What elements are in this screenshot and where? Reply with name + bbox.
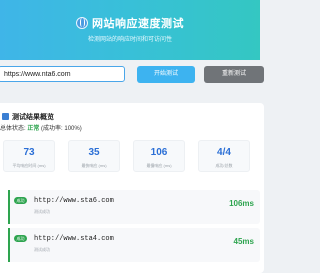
overall-status-label: 总体状态:: [0, 126, 26, 132]
stat-card-fastest: 35 最快响应 (ms): [68, 140, 120, 172]
stat-label: 成功/总数: [215, 163, 233, 168]
page-title-text: 网站响应速度测试: [92, 18, 184, 30]
stat-card-slowest: 106 最慢响应 (ms): [133, 140, 185, 172]
header-banner: 网站响应速度测试 检测网站的响应时间和可访问性: [0, 0, 260, 60]
result-status: 测试成功: [34, 247, 50, 252]
row-status-bar: [8, 190, 10, 224]
success-rate: (成功率: 100%): [41, 126, 82, 132]
result-status: 测试成功: [34, 209, 50, 214]
url-input[interactable]: [0, 66, 125, 82]
retest-button[interactable]: 重新测试: [204, 66, 264, 83]
result-url: http://www.sta4.com: [34, 235, 114, 243]
summary-title: 测试结果概览: [2, 112, 54, 122]
globe-icon: [76, 17, 88, 29]
result-time: 106ms: [229, 199, 254, 208]
stat-value: 35: [88, 147, 100, 158]
status-badge: 成功: [14, 197, 27, 204]
overall-status: 总体状态: 正常 (成功率: 100%): [0, 123, 82, 132]
result-url: http://www.sta6.com: [34, 197, 114, 205]
stat-label: 最快响应 (ms): [81, 163, 107, 168]
stat-value: 4/4: [217, 147, 231, 158]
row-status-bar: [8, 228, 10, 262]
start-test-button[interactable]: 开始测试: [137, 66, 195, 83]
page-title: 网站响应速度测试: [0, 15, 260, 31]
stat-label: 最慢响应 (ms): [146, 163, 172, 168]
stat-value: 73: [23, 147, 35, 158]
stat-value: 106: [150, 147, 168, 158]
result-row[interactable]: 成功 http://www.sta4.com 测试成功 45ms: [8, 228, 260, 262]
stat-label: 平均响应时间 (ms): [12, 163, 46, 168]
result-time: 45ms: [233, 237, 254, 246]
result-row[interactable]: 成功 http://www.sta6.com 测试成功 106ms: [8, 190, 260, 224]
summary-title-text: 测试结果概览: [12, 114, 54, 121]
stat-card-success-total: 4/4 成功/总数: [198, 140, 250, 172]
status-badge: 成功: [14, 235, 27, 242]
bar-chart-icon: [2, 113, 9, 120]
overall-status-value: 正常: [27, 126, 40, 132]
page-subtitle: 检测网站的响应时间和可访问性: [87, 37, 172, 43]
stat-card-average: 73 平均响应时间 (ms): [3, 140, 55, 172]
